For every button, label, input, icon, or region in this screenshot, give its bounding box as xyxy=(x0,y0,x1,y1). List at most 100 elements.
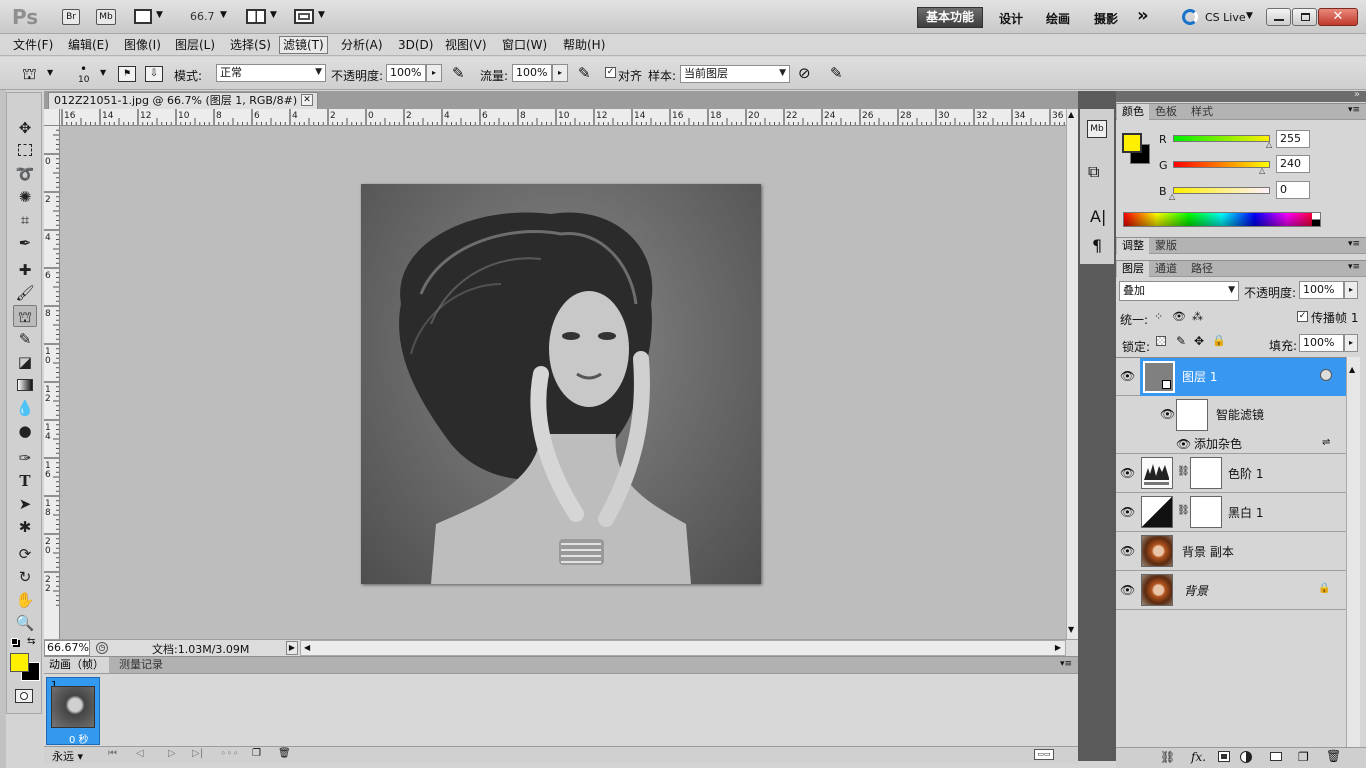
tab-animation[interactable]: 动画（帧） xyxy=(44,657,109,673)
add-layer-mask-icon[interactable] xyxy=(1218,751,1230,762)
loop-select[interactable]: 永远 ▾ xyxy=(52,748,83,764)
status-menu-arrow-icon[interactable]: ▶ xyxy=(286,641,298,655)
crop-tool-icon[interactable]: ⌗ xyxy=(13,209,37,231)
duplicate-frame-icon[interactable]: ❐ xyxy=(252,748,261,759)
fill-input[interactable]: 100% xyxy=(1299,334,1344,352)
minibridge-panel-icon[interactable]: Mb xyxy=(1087,120,1107,138)
link-layers-icon[interactable]: ⛓ xyxy=(1160,750,1175,764)
layer-row-background[interactable]: 👁 背景 🔒 xyxy=(1116,571,1346,610)
lock-all-icon[interactable]: 🔒 xyxy=(1212,334,1226,347)
blend-mode-select[interactable]: 叠加 xyxy=(1119,281,1239,301)
tab-channels[interactable]: 通道 xyxy=(1150,261,1182,277)
flow-input[interactable]: 100% xyxy=(512,64,552,82)
marquee-tool-icon[interactable] xyxy=(13,140,37,162)
background-copy-visibility-icon[interactable]: 👁 xyxy=(1120,544,1136,558)
frame-delay[interactable]: 0 秒 xyxy=(69,731,89,746)
view-extras-icon[interactable] xyxy=(134,9,152,24)
brush-preview-icon[interactable]: • xyxy=(80,62,87,76)
canvas-area[interactable] xyxy=(60,126,1066,639)
add-layer-style-icon[interactable]: fx. xyxy=(1191,750,1206,764)
b-slider[interactable] xyxy=(1173,187,1270,194)
new-layer-icon[interactable]: ❐ xyxy=(1298,750,1309,764)
smart-filters-name[interactable]: 智能滤镜 xyxy=(1216,408,1264,422)
aligned-checkbox[interactable]: ✓ xyxy=(605,67,616,78)
swap-colors-icon[interactable]: ⇆ xyxy=(27,636,35,647)
path-selection-tool-icon[interactable]: ➤ xyxy=(13,493,37,515)
flow-slider-button[interactable]: ▸ xyxy=(552,64,568,82)
dodge-tool-icon[interactable]: ● xyxy=(13,420,37,442)
unify-visibility-icon[interactable]: 👁 xyxy=(1172,310,1186,323)
menu-image[interactable]: 图像(I) xyxy=(124,37,161,53)
sample-select[interactable]: 当前图层 xyxy=(680,65,790,83)
layer-row-black-white1[interactable]: 👁 ⛓ 黑白 1 xyxy=(1116,493,1346,532)
paragraph-panel-icon[interactable]: ¶ xyxy=(1092,236,1102,255)
eraser-tool-icon[interactable]: ◪ xyxy=(13,351,37,373)
timeline-mode-icon[interactable]: ▭▭ xyxy=(1034,749,1054,760)
minimize-window-button[interactable] xyxy=(1266,8,1291,26)
menu-filter[interactable]: 滤镜(T) xyxy=(279,36,328,54)
brush-tool-icon[interactable]: 🖌 xyxy=(13,282,37,304)
next-frame-icon[interactable]: ▷| xyxy=(192,748,203,759)
levels1-link-icon[interactable]: ⛓ xyxy=(1177,466,1190,477)
gradient-tool-icon[interactable] xyxy=(13,374,37,396)
b-slider-handle-icon[interactable]: △ xyxy=(1169,192,1175,201)
history-brush-tool-icon[interactable]: ✎ xyxy=(13,328,37,350)
hand-tool-icon[interactable]: ✋ xyxy=(13,589,37,611)
delete-frame-icon[interactable]: 🗑 xyxy=(278,748,291,759)
more-workspaces-icon[interactable]: » xyxy=(1137,5,1149,26)
foreground-color-swatch[interactable] xyxy=(10,653,29,672)
scroll-right-icon[interactable]: ▶ xyxy=(1055,643,1061,652)
menu-edit[interactable]: 编辑(E) xyxy=(68,37,109,53)
menu-help[interactable]: 帮助(H) xyxy=(563,37,605,53)
menu-select[interactable]: 选择(S) xyxy=(230,37,271,53)
new-group-icon[interactable] xyxy=(1270,752,1282,761)
black-white1-name[interactable]: 黑白 1 xyxy=(1228,506,1263,520)
brush-dropdown-icon[interactable]: ▼ xyxy=(100,68,106,77)
workspace-painting[interactable]: 绘画 xyxy=(1046,10,1070,27)
vertical-scrollbar[interactable]: ▲ ▼ xyxy=(1066,109,1078,639)
opacity-slider-button[interactable]: ▸ xyxy=(426,64,442,82)
3d-rotate-tool-icon[interactable]: ⟳ xyxy=(13,543,37,565)
horizontal-ruler[interactable]: 16 14 12 10 8 6 4 2 0 2 4 6 8 10 12 14 16 18 20 22 24 26 28 30 3… xyxy=(60,109,1066,126)
tab-color[interactable]: 颜色 xyxy=(1117,104,1149,120)
tab-swatches[interactable]: 色板 xyxy=(1150,104,1182,120)
tab-masks[interactable]: 蒙版 xyxy=(1150,238,1182,254)
view-extras-dropdown-icon[interactable]: ▼ xyxy=(156,10,163,20)
clone-stamp-preset-icon[interactable]: ⛫ xyxy=(22,64,37,85)
close-window-button[interactable]: ✕ xyxy=(1318,8,1358,26)
lock-position-icon[interactable]: ✥ xyxy=(1194,334,1204,348)
propagate-frame-checkbox[interactable]: ✓ xyxy=(1297,311,1308,322)
levels1-visibility-icon[interactable]: 👁 xyxy=(1120,466,1136,480)
document-tab[interactable]: 012Z21051-1.jpg @ 66.7% (图层 1, RGB/8#) *… xyxy=(48,92,318,109)
cslive-dropdown-icon[interactable]: ▼ xyxy=(1246,11,1253,21)
g-slider[interactable] xyxy=(1173,161,1270,168)
character-panel-icon[interactable]: A| xyxy=(1090,207,1106,226)
layers-scroll-up-icon[interactable]: ▲ xyxy=(1349,365,1355,374)
unify-position-icon[interactable]: ⁘ xyxy=(1154,310,1163,323)
opacity-input[interactable]: 100% xyxy=(386,64,426,82)
r-slider-handle-icon[interactable]: △ xyxy=(1266,140,1272,149)
add-noise-visibility-icon[interactable]: 👁 xyxy=(1176,437,1192,451)
black-white1-visibility-icon[interactable]: 👁 xyxy=(1120,505,1136,519)
tab-layers[interactable]: 图层 xyxy=(1117,261,1149,277)
vertical-ruler[interactable]: 20246810121416182022 xyxy=(44,126,60,639)
dock-collapse-icon[interactable]: » xyxy=(1354,89,1360,100)
layer1-visibility-icon[interactable]: 👁 xyxy=(1120,369,1136,383)
menu-window[interactable]: 窗口(W) xyxy=(502,37,547,53)
zoom-dropdown-icon[interactable]: ▼ xyxy=(220,10,227,20)
workspace-photography[interactable]: 摄影 xyxy=(1094,10,1118,27)
tab-measurement-log[interactable]: 测量记录 xyxy=(114,657,168,673)
layer-opacity-slider-button[interactable]: ▸ xyxy=(1344,281,1358,299)
close-document-icon[interactable]: ✕ xyxy=(301,94,313,106)
delete-layer-icon[interactable]: 🗑 xyxy=(1326,749,1341,763)
airbrush-icon[interactable]: ✎ xyxy=(578,64,591,82)
menu-view[interactable]: 视图(V) xyxy=(445,37,487,53)
zoom-level[interactable]: 66.7 xyxy=(190,10,215,23)
clone-stamp-tool-icon[interactable]: ⛫ xyxy=(13,305,37,327)
scroll-left-icon[interactable]: ◀ xyxy=(304,643,310,652)
layer-opacity-input[interactable]: 100% xyxy=(1299,281,1344,299)
brush-panel-icon[interactable]: ⇩ xyxy=(145,66,163,82)
pressure-size-icon[interactable]: ✎ xyxy=(830,64,843,82)
layer-row-add-noise[interactable]: 👁 添加杂色 ⇌ xyxy=(1116,434,1346,454)
history-panel-icon[interactable]: ⧉ xyxy=(1088,162,1099,182)
